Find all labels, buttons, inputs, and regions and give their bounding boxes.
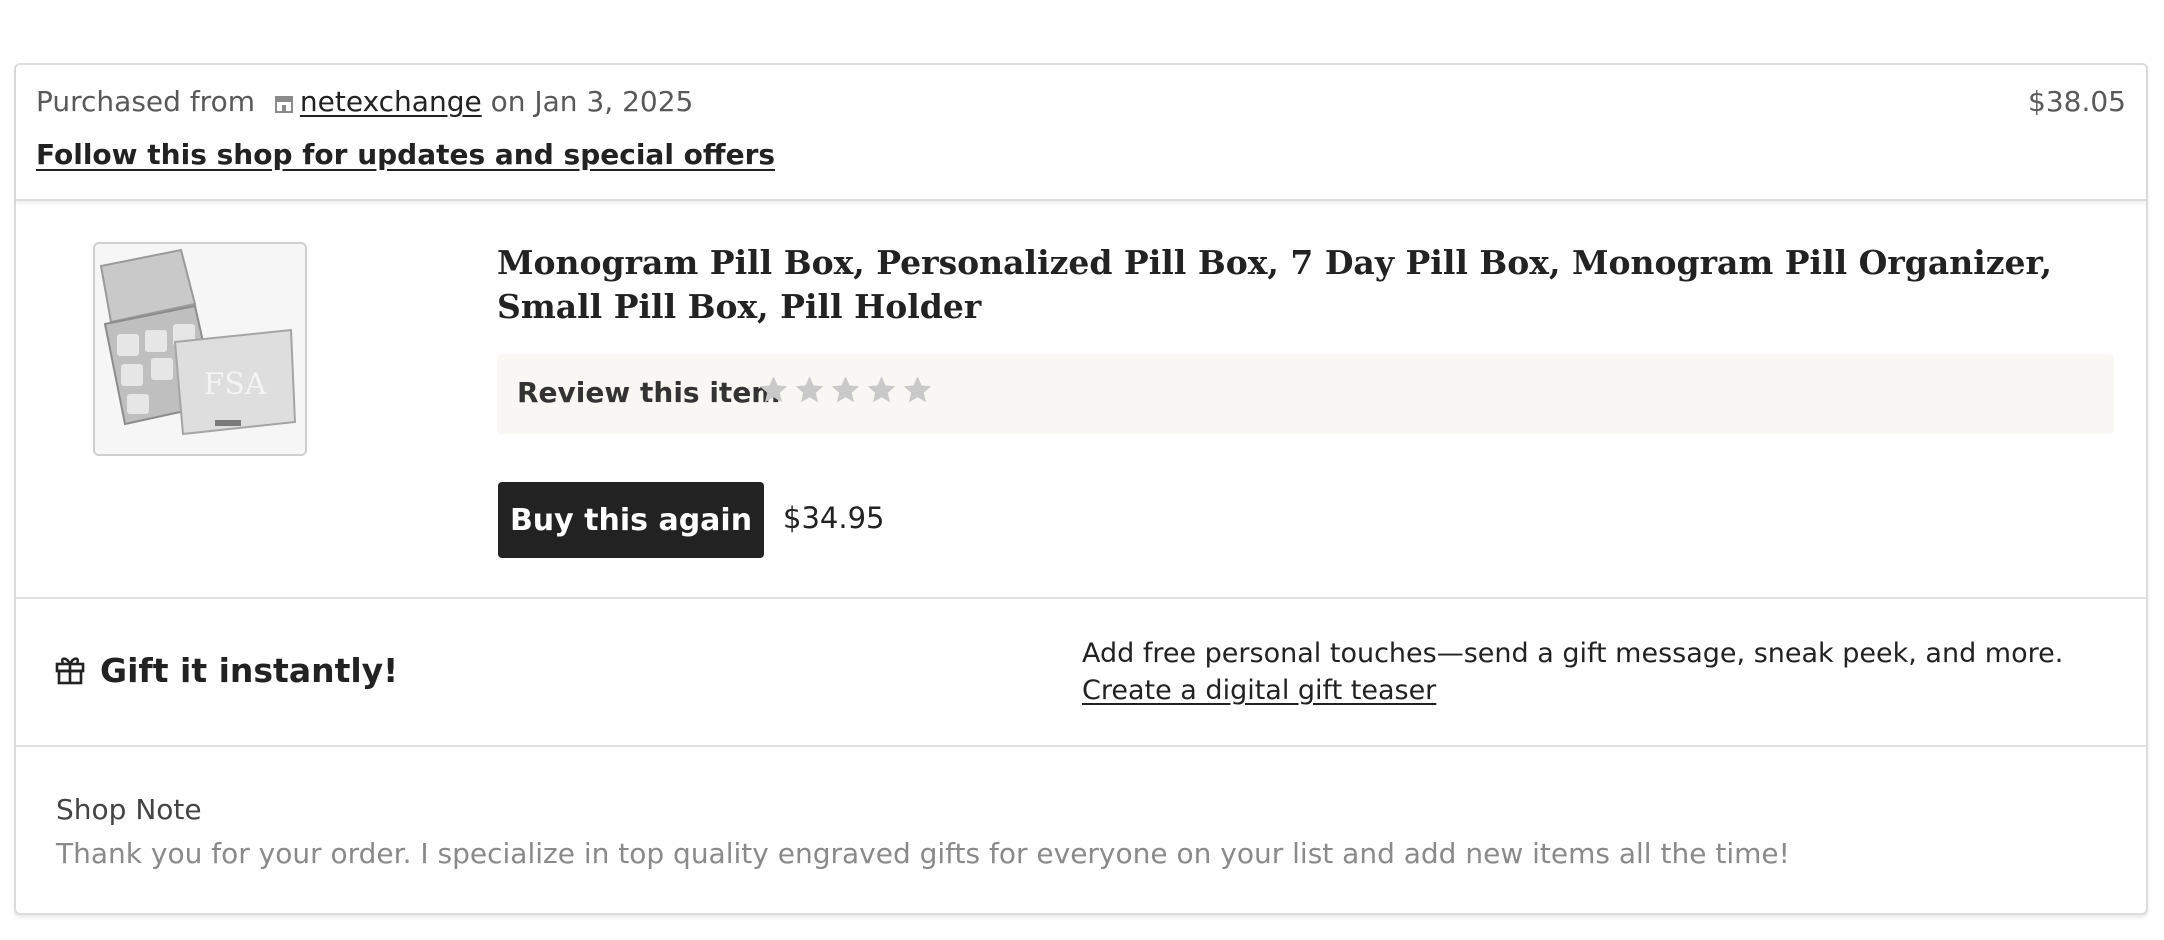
review-box: Review this item [497,354,2114,434]
gift-section: Gift it instantly! Add free personal tou… [16,599,2146,747]
gift-icon [54,653,86,689]
item-section: FSA Monogram Pill Box, Personalized Pill… [16,203,2146,599]
star-icon[interactable] [757,370,790,410]
star-icon[interactable] [793,370,826,410]
order-header: Purchased from netexchange on Jan 3, 202… [16,65,2146,201]
gift-description: Add free personal touches—send a gift me… [1082,638,2064,669]
gift-heading: Gift it instantly! [54,651,398,690]
gift-description-block: Add free personal touches—send a gift me… [1082,635,2132,709]
buy-again-button[interactable]: Buy this again [498,482,764,558]
gift-title: Gift it instantly! [100,651,399,690]
create-gift-teaser-link[interactable]: Create a digital gift teaser [1082,675,1436,706]
shop-name-link[interactable]: netexchange [300,85,482,118]
purchase-date: on Jan 3, 2025 [490,85,694,118]
shop-note-label: Shop Note [56,793,202,826]
star-icon[interactable] [901,370,934,410]
star-icon[interactable] [829,370,862,410]
monogram-text: FSA [203,367,266,402]
item-thumbnail[interactable]: FSA [93,242,307,456]
order-card: Purchased from netexchange on Jan 3, 202… [14,63,2148,915]
star-icon[interactable] [865,370,898,410]
review-label: Review this item [517,376,781,409]
purchase-info: Purchased from netexchange on Jan 3, 202… [36,85,693,120]
shop-note-text: Thank you for your order. I specialize i… [56,837,1790,870]
purchased-from-label: Purchased from [36,85,255,118]
star-rating [757,370,934,410]
item-price: $34.95 [783,501,885,535]
item-title-link[interactable]: Monogram Pill Box, Personalized Pill Box… [497,241,2127,329]
order-total: $38.05 [2028,85,2126,118]
follow-shop-link[interactable]: Follow this shop for updates and special… [36,138,775,171]
pill-box-photo-icon: FSA [95,244,305,454]
shop-note-section: Shop Note Thank you for your order. I sp… [16,747,2146,913]
shop-icon [274,87,294,120]
